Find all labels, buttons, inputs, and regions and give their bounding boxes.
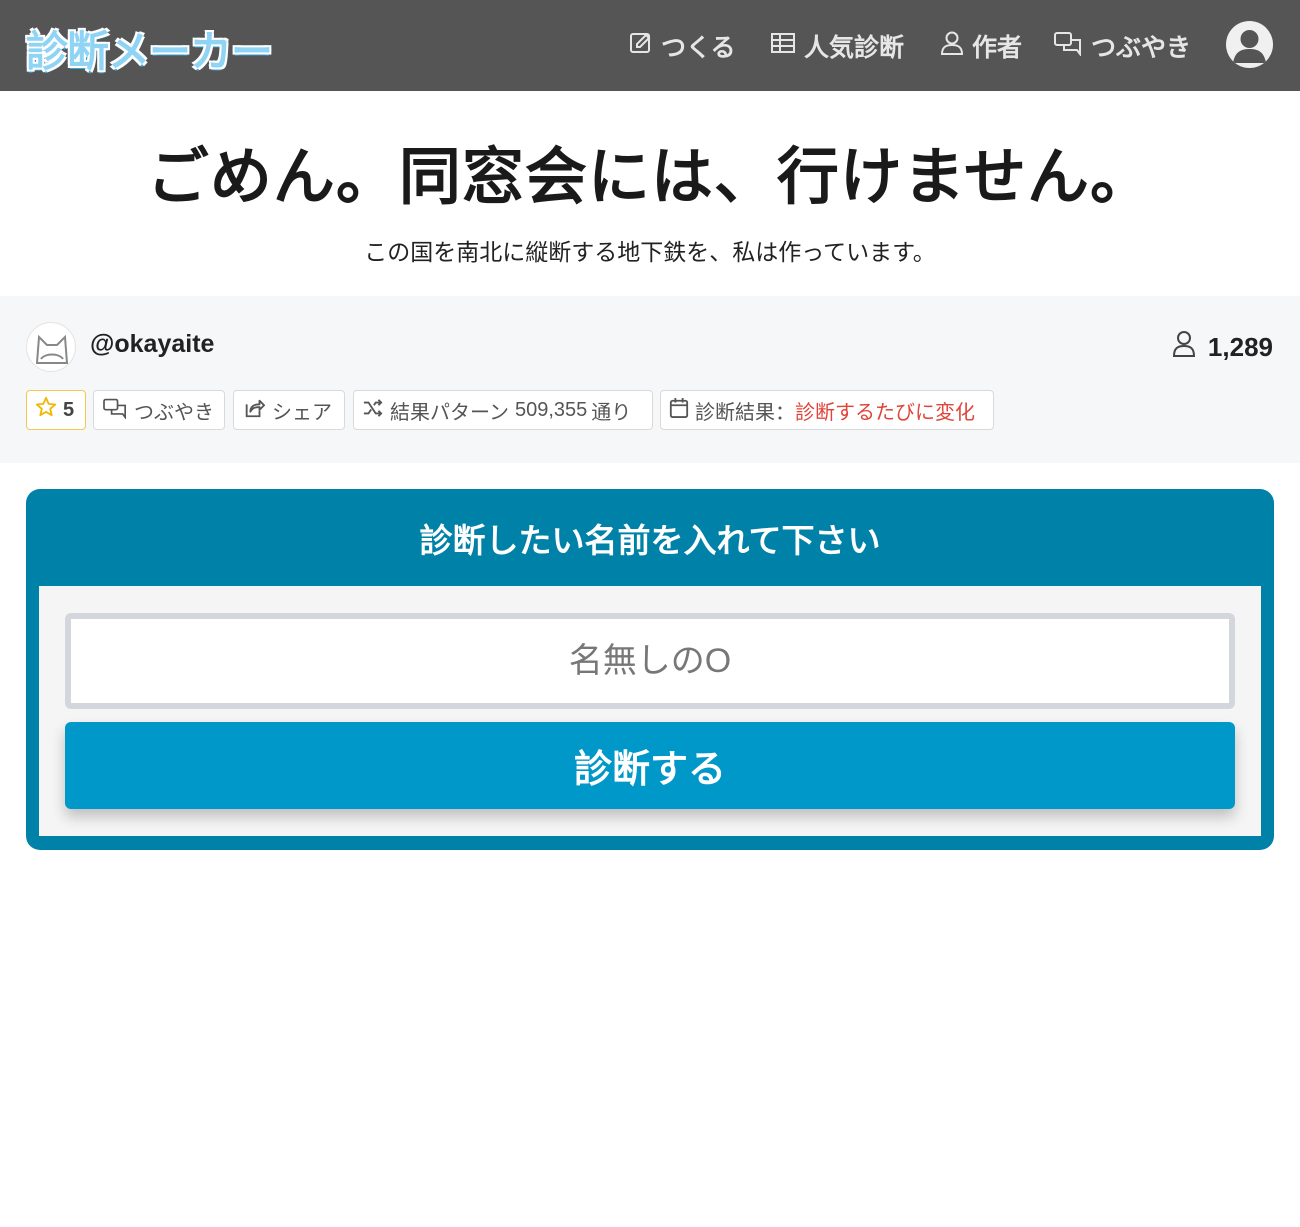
result-type-chip: 診断結果： 診断するたびに変化 [660,390,994,430]
patterns-count: 509,355 [515,398,588,421]
result-type-value: 診断するたびに変化 [795,399,975,424]
top-navbar: 診断メーカー つくる 人気診断 作者 つぶやき [0,0,1300,91]
author-handle[interactable]: @okayaite [90,330,214,359]
favorite-button[interactable]: 5 [26,390,86,430]
nav-create-label: つくる [661,32,736,62]
account-avatar-icon[interactable] [1226,21,1273,68]
share-label: シェア [272,399,332,424]
result-patterns-chip: 結果パターン 509,355 通り [353,390,653,430]
form-heading: 診断したい名前を入れて下さい [419,520,881,560]
patterns-label: 結果パターン [390,399,509,424]
diagnosis-title: ごめん。同窓会には、行けません。 [146,140,1154,213]
nav-popular[interactable]: 人気診断 [770,0,904,91]
shuffle-icon [362,398,390,423]
user-count-value: 1,289 [1207,332,1273,362]
star-icon [35,396,63,424]
patterns-suffix: 通り [591,399,632,424]
nav-popular-label: 人気診断 [804,32,905,62]
form-body: 診断する [39,586,1261,836]
diagnosis-description: この国を南北に縦断する地下鉄を、私は作っています。 [364,240,936,266]
user-count: 1,289 [1172,330,1273,365]
user-count-icon [1172,330,1208,365]
share-icon [242,397,272,424]
nav-author-label: 作者 [972,32,1023,62]
nav-author[interactable]: 作者 [940,0,1022,91]
table-icon [770,31,796,61]
user-icon [940,30,964,62]
name-input[interactable] [65,613,1235,709]
nav-tweets-label: つぶやき [1091,32,1192,62]
meta-info-bar [0,296,1300,463]
nav-tweets[interactable]: つぶやき [1053,0,1191,91]
diagnosis-form: 診断したい名前を入れて下さい 診断する [26,489,1274,850]
chat-bubbles-icon [102,397,134,424]
calendar-icon [669,397,695,424]
tweet-button[interactable]: つぶやき [93,390,225,430]
pencil-square-icon [629,31,653,61]
site-logo[interactable]: 診断メーカー [26,18,273,79]
author-avatar[interactable] [26,322,76,372]
tweet-label: つぶやき [134,399,214,424]
favorite-count: 5 [63,398,75,421]
result-type-label: 診断結果： [695,399,795,424]
share-button[interactable]: シェア [233,390,345,430]
chat-bubbles-icon [1053,30,1083,62]
nav-create[interactable]: つくる [629,0,736,91]
diagnose-button[interactable]: 診断する [65,722,1235,809]
